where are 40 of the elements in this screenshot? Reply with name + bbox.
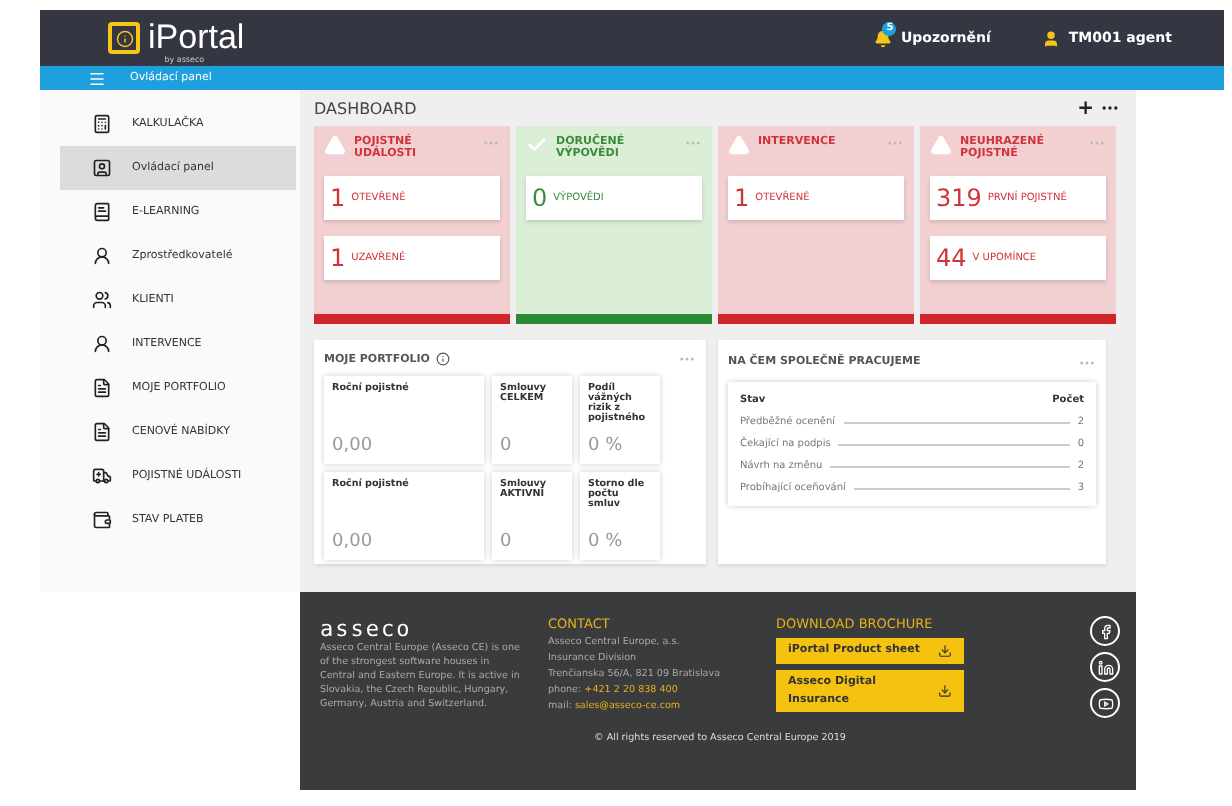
check-icon — [526, 134, 548, 156]
dashboard-title: DASHBOARD — [314, 99, 417, 117]
calculator-icon — [92, 114, 112, 134]
count-value: 0 — [532, 184, 548, 212]
user-square-icon — [92, 158, 112, 178]
count-value: 44 — [936, 244, 967, 272]
count-value: 1 — [734, 184, 750, 212]
metric-value: 0,00 — [332, 436, 375, 456]
document-icon — [92, 378, 112, 398]
warning-icon — [930, 134, 952, 156]
book-icon — [92, 202, 112, 222]
document-icon — [92, 422, 112, 442]
metric-value: 0,00 — [332, 532, 375, 552]
warning-icon — [324, 134, 346, 156]
download-icon — [938, 684, 952, 699]
menu-icon[interactable] — [88, 69, 106, 87]
metric-value: 0 — [500, 436, 514, 456]
count-value: 319 — [936, 184, 982, 212]
person-icon — [92, 246, 112, 266]
add-button[interactable]: + — [1077, 97, 1094, 119]
count-value: 1 — [330, 244, 346, 272]
linkedin-icon[interactable] — [1090, 652, 1120, 682]
facebook-icon[interactable] — [1090, 616, 1120, 646]
metric-value: 0 % — [588, 532, 625, 552]
group-icon — [92, 290, 112, 310]
download-icon — [938, 643, 952, 658]
info-icon[interactable] — [435, 352, 450, 366]
wallet-icon — [92, 510, 112, 530]
metric-value: 0 — [500, 532, 514, 552]
logo-icon — [108, 22, 140, 54]
ambulance-icon — [92, 466, 112, 486]
count-value: 1 — [330, 184, 346, 212]
user-icon — [1042, 29, 1061, 47]
bell-icon — [874, 29, 893, 47]
logo-text: iPortal — [148, 18, 245, 56]
person-icon — [92, 334, 112, 354]
brand-logo: asseco — [320, 616, 414, 642]
youtube-icon[interactable] — [1090, 688, 1120, 718]
warning-icon — [728, 134, 750, 156]
metric-value: 0 % — [588, 436, 625, 456]
